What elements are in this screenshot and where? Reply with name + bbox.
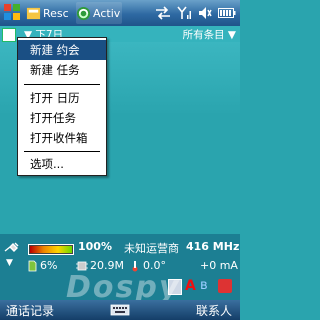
storage-card-icon (28, 260, 37, 272)
menu-item-open-calendar[interactable]: 打开 日历 (18, 88, 106, 108)
storage-percent: 6% (40, 259, 58, 272)
info-row-battery: 100% 未知运营商 416 MHz (0, 237, 240, 257)
tray-a-icon[interactable]: A (185, 278, 196, 294)
taskbar: Resc Activ (0, 0, 240, 26)
menu-separator (24, 151, 100, 152)
resco-icon (26, 7, 41, 19)
status-icons (155, 4, 236, 22)
menu-item-options[interactable]: 选项... (18, 154, 106, 174)
menu-item-open-tasks[interactable]: 打开任务 (18, 108, 106, 128)
battery-percent: 100% (78, 240, 112, 253)
menu-item-new-appointment[interactable]: 新建 约会 (18, 40, 106, 60)
task-resco-label: Resc (43, 6, 69, 20)
bluetooth-icon[interactable]: ʙ (200, 278, 208, 293)
calendar-icon[interactable] (2, 28, 16, 42)
chevron-down-icon: ▼ (227, 29, 236, 41)
task-activesync[interactable]: Activ (76, 2, 122, 24)
plug-icon (4, 242, 19, 252)
menu-separator (24, 84, 100, 85)
triangle-down-icon: ▼ (6, 258, 13, 268)
softkey-left[interactable]: 通话记录 (6, 302, 54, 319)
battery-level-bar (28, 244, 74, 255)
softkey-bar: 通话记录 联系人 (0, 300, 240, 320)
menu-item-new-task[interactable]: 新建 任务 (18, 60, 106, 80)
volume-mute-icon[interactable] (198, 6, 212, 20)
windows-start-icon[interactable] (2, 2, 22, 22)
tray-app-icon-2[interactable] (218, 279, 232, 293)
current-draw: +0 mA (200, 259, 238, 272)
carrier-name: 未知运营商 (124, 242, 179, 255)
battery-icon[interactable] (218, 7, 236, 19)
calendar-filter-dropdown[interactable]: 所有条目 ▼ (183, 27, 236, 42)
signal-icon[interactable] (177, 6, 192, 20)
cpu-frequency: 416 MHz (186, 240, 240, 253)
battery-level-fill (30, 246, 72, 253)
calendar-filter-label: 所有条目 (182, 29, 225, 41)
context-menu: 新建 约会 新建 任务 打开 日历 打开任务 打开收件箱 选项... (17, 37, 107, 176)
task-activesync-label: Activ (93, 6, 121, 20)
activesync-icon (76, 6, 91, 20)
keyboard-icon[interactable] (110, 302, 130, 317)
menu-item-open-inbox[interactable]: 打开收件箱 (18, 128, 106, 148)
task-resco[interactable]: Resc (26, 2, 72, 24)
softkey-right[interactable]: 联系人 (196, 302, 232, 319)
connectivity-icon[interactable] (155, 6, 171, 20)
